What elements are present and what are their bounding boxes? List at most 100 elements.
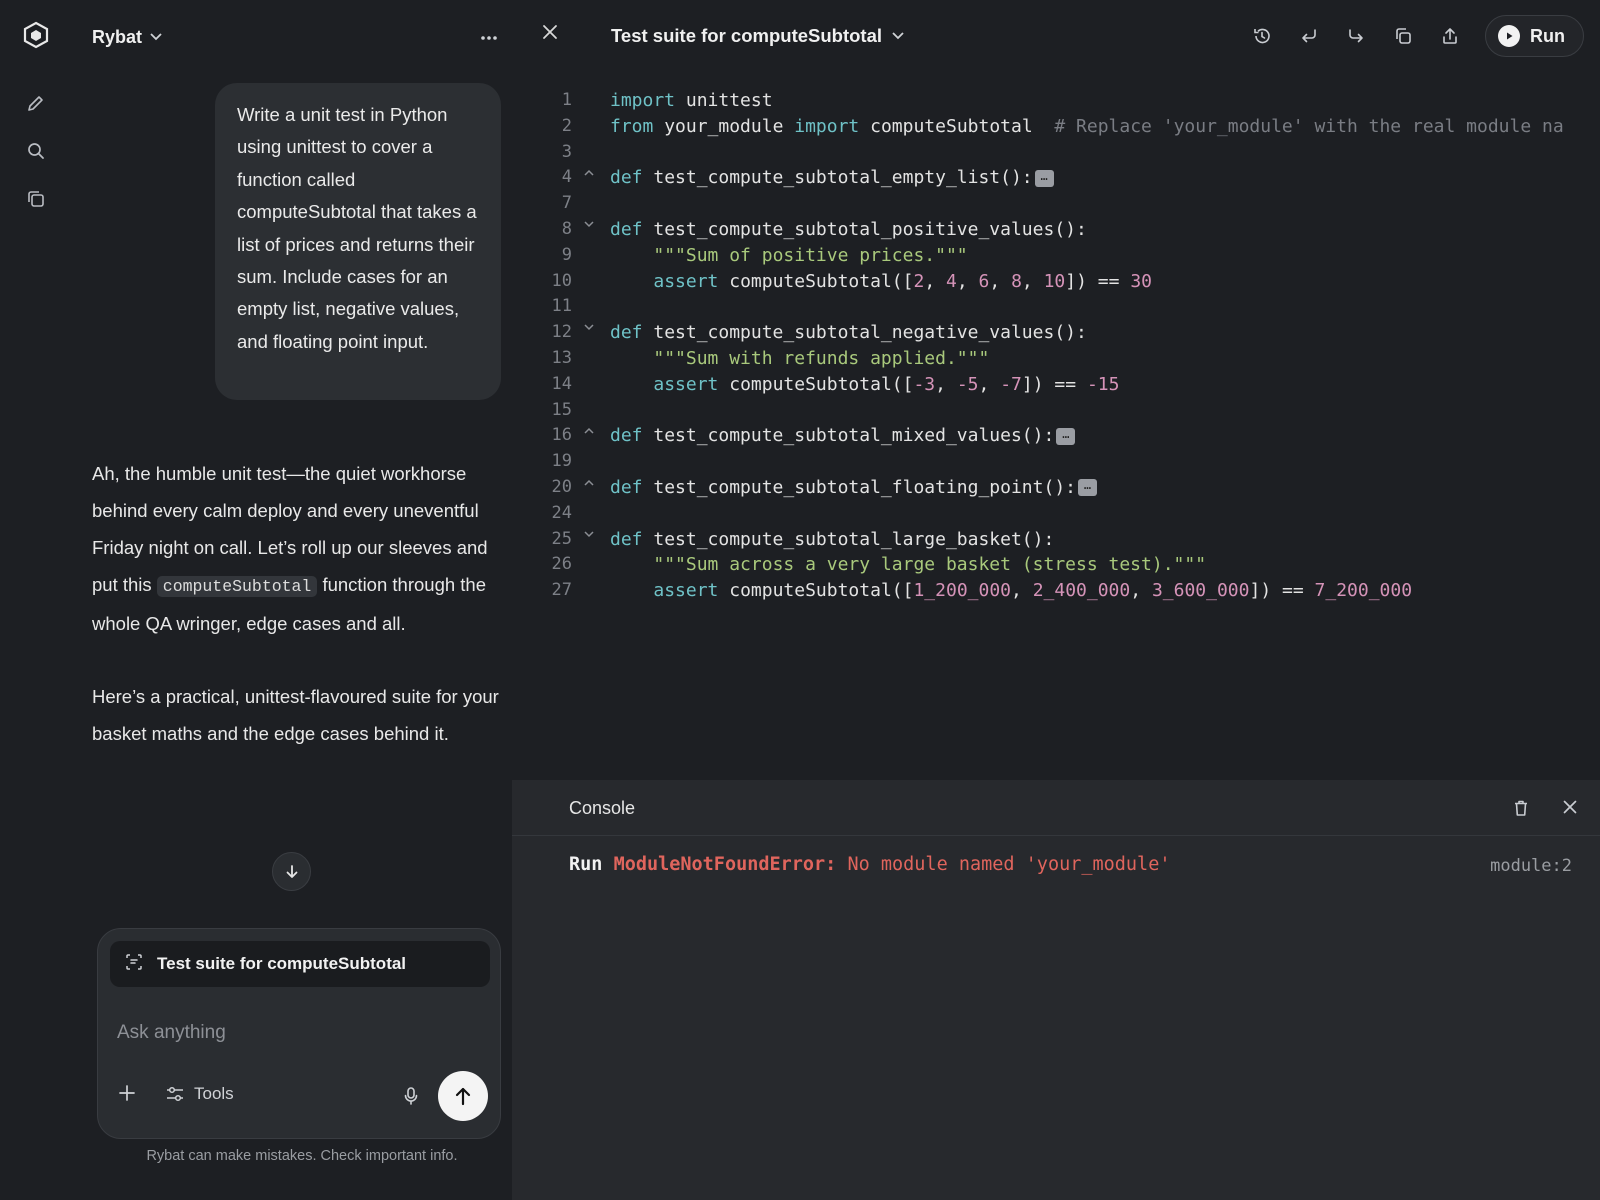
composer: Test suite for computeSubtotal Tools <box>97 928 501 1139</box>
code-token: 8 <box>1011 270 1022 292</box>
copy-icon[interactable] <box>1379 26 1426 46</box>
history-icon[interactable] <box>1238 26 1285 46</box>
code-text: def test_compute_subtotal_positive_value… <box>610 217 1087 243</box>
code-area[interactable]: 1 import unittest 2 from your_module import… <box>512 88 1600 604</box>
code-token: assert <box>653 373 719 395</box>
code-token: , <box>935 373 957 395</box>
code-token: test_compute_subtotal_empty_list(): <box>642 167 1033 189</box>
line-number: 19 <box>551 451 572 472</box>
assistant-paragraph: Here’s a practical, unittest-flavoured s… <box>92 686 499 744</box>
user-message: Write a unit test in Python using unitte… <box>215 83 501 400</box>
microphone-icon <box>404 1087 418 1105</box>
code-line[interactable]: 9 """Sum of positive prices.""" <box>512 243 1600 269</box>
attached-canvas-chip[interactable]: Test suite for computeSubtotal <box>110 941 490 987</box>
code-line[interactable]: 1 import unittest <box>512 88 1600 114</box>
editor-toolbar: Run <box>1238 14 1600 58</box>
microphone-button[interactable] <box>403 1086 419 1111</box>
fold-expand-icon[interactable] <box>582 160 596 186</box>
code-line[interactable]: 14 assert computeSubtotal([-3, -5, -7]) … <box>512 372 1600 398</box>
code-line[interactable]: 25 def test_compute_subtotal_large_basket… <box>512 527 1600 553</box>
line-number: 3 <box>561 141 572 162</box>
folded-ellipsis[interactable]: … <box>1034 169 1054 187</box>
code-line[interactable]: 24 <box>512 501 1600 527</box>
line-number: 9 <box>561 244 572 265</box>
line-number: 16 <box>551 425 572 446</box>
code-token: unittest <box>675 90 773 111</box>
scroll-down-button[interactable] <box>272 852 311 891</box>
console-title: Console <box>569 798 636 818</box>
trash-icon[interactable] <box>1512 799 1530 822</box>
code-token: computeSubtotal <box>859 115 1055 137</box>
redo-icon[interactable] <box>1332 26 1379 46</box>
code-token: computeSubtotal([ <box>718 580 914 602</box>
document-title[interactable]: Test suite for computeSubtotal <box>611 25 904 47</box>
code-text: assert computeSubtotal([-3, -5, -7]) == … <box>610 372 1119 398</box>
fold-collapse-icon[interactable] <box>582 315 596 341</box>
code-text: def test_compute_subtotal_floating_point… <box>610 475 1097 501</box>
document-title-text: Test suite for computeSubtotal <box>611 25 883 46</box>
line-number: 8 <box>561 218 572 239</box>
code-line[interactable]: 10 assert computeSubtotal([2, 4, 6, 8, 1… <box>512 269 1600 295</box>
fold-expand-icon[interactable] <box>582 418 596 444</box>
code-line[interactable]: 4 def test_compute_subtotal_empty_list():… <box>512 165 1600 191</box>
code-line[interactable]: 11 <box>512 294 1600 320</box>
line-number: 12 <box>551 322 572 343</box>
code-line[interactable]: 16 def test_compute_subtotal_mixed_values… <box>512 423 1600 449</box>
send-button[interactable] <box>438 1071 488 1121</box>
fold-collapse-icon[interactable] <box>582 212 596 238</box>
undo-icon[interactable] <box>1285 26 1332 46</box>
code-text: assert computeSubtotal([1_200_000, 2_400… <box>610 578 1412 604</box>
code-line[interactable]: 15 <box>512 398 1600 424</box>
code-line[interactable]: 19 <box>512 449 1600 475</box>
tools-button[interactable]: Tools <box>166 1084 234 1104</box>
run-button[interactable]: Run <box>1485 15 1584 57</box>
code-token: test_compute_subtotal_large_basket(): <box>642 528 1055 550</box>
code-token: def <box>610 218 643 240</box>
code-token: assert <box>653 270 719 292</box>
code-token: test_compute_subtotal_positive_values(): <box>642 218 1087 240</box>
close-icon[interactable] <box>1562 799 1578 820</box>
fold-expand-icon[interactable] <box>582 470 596 496</box>
library-icon[interactable] <box>23 186 49 212</box>
code-token: 3_600_000 <box>1151 580 1250 602</box>
share-icon[interactable] <box>1426 26 1473 46</box>
folded-ellipsis[interactable]: … <box>1078 479 1097 497</box>
more-options-icon[interactable] <box>480 24 498 47</box>
model-switcher[interactable]: Rybat <box>92 20 162 54</box>
code-token: 6 <box>978 270 990 292</box>
code-line[interactable]: 13 """Sum with refunds applied.""" <box>512 346 1600 372</box>
search-icon[interactable] <box>23 138 49 164</box>
close-editor-button[interactable] <box>542 24 558 45</box>
fold-collapse-icon[interactable] <box>582 522 596 548</box>
console-error-location[interactable]: module:2 <box>1490 856 1572 876</box>
code-line[interactable]: 2 from your_module import computeSubtotal… <box>512 114 1600 140</box>
code-token: 2_400_000 <box>1032 580 1131 602</box>
code-line[interactable]: 20 def test_compute_subtotal_floating_poi… <box>512 475 1600 501</box>
app-logo-icon[interactable] <box>23 21 49 49</box>
disclaimer: Rybat can make mistakes. Check important… <box>146 1148 458 1164</box>
code-token: """Sum of positive prices.""" <box>653 244 968 266</box>
code-line[interactable]: 26 """Sum across a very large basket (st… <box>512 552 1600 578</box>
add-attachment-button[interactable] <box>118 1083 136 1107</box>
code-token: 30 <box>1130 270 1152 292</box>
code-line[interactable]: 8 def test_compute_subtotal_positive_valu… <box>512 217 1600 243</box>
canvas-icon <box>124 952 144 977</box>
code-token: computeSubtotal([ <box>718 270 914 292</box>
code-token: 4 <box>946 270 957 292</box>
chevron-down-icon <box>892 27 904 45</box>
code-line[interactable]: 27 assert computeSubtotal([1_200_000, 2_… <box>512 578 1600 604</box>
code-token: your_module <box>653 115 795 137</box>
folded-ellipsis[interactable]: … <box>1056 427 1076 445</box>
inline-code: computeSubtotal <box>156 576 318 597</box>
code-text: import unittest <box>610 88 773 114</box>
code-token: , <box>1011 580 1033 602</box>
sliders-icon <box>167 1086 183 1102</box>
code-editor-panel: Test suite for computeSubtotal Run 1 impo… <box>512 0 1600 780</box>
code-line[interactable]: 3 <box>512 140 1600 166</box>
new-chat-icon[interactable] <box>23 90 49 116</box>
ask-input[interactable] <box>117 1022 477 1044</box>
code-line[interactable]: 12 def test_compute_subtotal_negative_val… <box>512 320 1600 346</box>
code-line[interactable]: 7 <box>512 191 1600 217</box>
